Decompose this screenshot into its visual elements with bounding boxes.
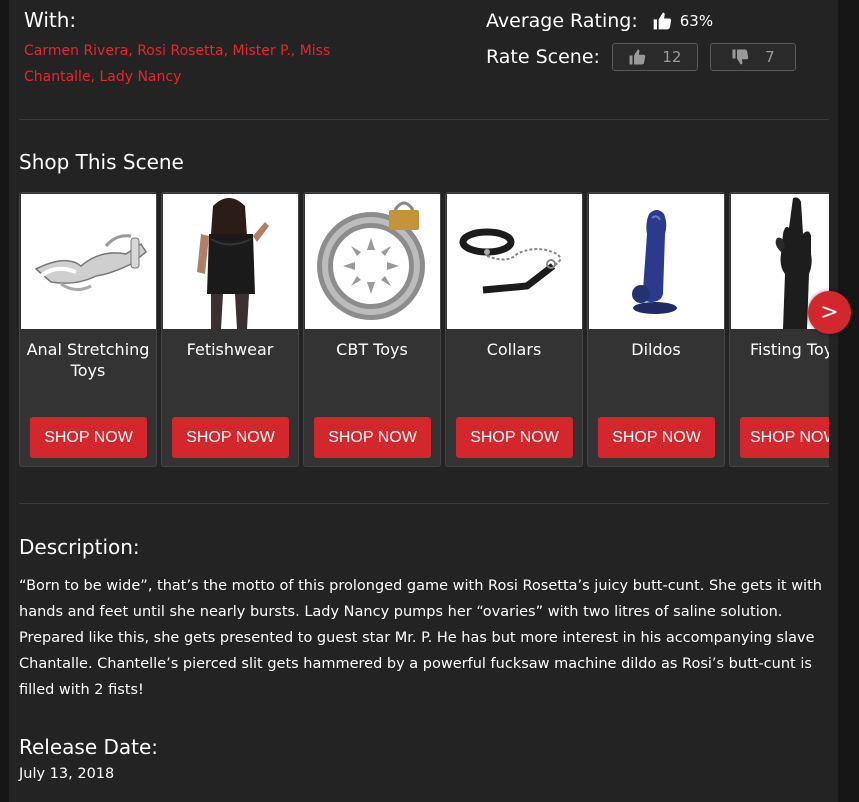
shop-now-button[interactable]: SHOP NOW xyxy=(30,417,147,458)
product-card[interactable]: Anal Stretching Toys SHOP NOW xyxy=(19,192,157,467)
shop-now-button[interactable]: SHOP NOW xyxy=(740,417,829,458)
product-name: Fisting Toys xyxy=(750,340,829,359)
blue-dildo-image[interactable] xyxy=(589,194,724,329)
product-name: Dildos xyxy=(631,340,681,359)
average-rating-label: Average Rating: xyxy=(486,10,638,32)
average-rating-row: Average Rating: 63% xyxy=(486,8,826,34)
product-name: Fetishwear xyxy=(186,340,274,359)
collar-leash-image[interactable] xyxy=(447,194,582,329)
spiked-ring-image[interactable] xyxy=(305,194,440,329)
carousel-track: Anal Stretching Toys SHOP NOW Fetishwear… xyxy=(19,192,829,467)
thumbs-down-icon xyxy=(732,49,749,65)
description-text: “Born to be wide”, that’s the motto of t… xyxy=(19,578,822,698)
scene-details: With: Carmen Rivera, Rosi Rosetta, Miste… xyxy=(19,0,829,802)
dislike-button[interactable]: 7 xyxy=(709,43,796,71)
rate-scene-row: Rate Scene: 12 7 xyxy=(486,42,826,72)
shop-now-button[interactable]: SHOP NOW xyxy=(172,417,289,458)
shop-now-button[interactable]: SHOP NOW xyxy=(456,417,573,458)
product-name: Collars xyxy=(486,340,542,359)
shop-now-button[interactable]: SHOP NOW xyxy=(314,417,431,458)
like-count: 12 xyxy=(662,48,682,66)
rate-scene-label: Rate Scene: xyxy=(486,46,600,68)
divider xyxy=(19,119,829,120)
page-container: With: Carmen Rivera, Rosi Rosetta, Miste… xyxy=(9,0,838,802)
product-card[interactable]: Dildos SHOP NOW xyxy=(587,192,725,467)
release-date-title: Release Date: xyxy=(19,735,159,759)
product-card[interactable]: Fisting Toys SHOP NOW xyxy=(729,192,829,467)
cast-names-link[interactable]: Carmen Rivera, Rosi Rosetta, Mister P., … xyxy=(24,38,364,90)
thumbs-up-icon xyxy=(629,49,646,65)
divider xyxy=(19,503,829,504)
speculum-image[interactable] xyxy=(21,194,156,329)
thumbs-up-icon xyxy=(653,12,671,30)
product-name: CBT Toys xyxy=(336,340,408,359)
lingerie-model-image[interactable] xyxy=(163,194,298,329)
product-card[interactable]: Fetishwear SHOP NOW xyxy=(161,192,299,467)
shop-section-title: Shop This Scene xyxy=(19,150,184,174)
shop-now-button[interactable]: SHOP NOW xyxy=(598,417,715,458)
description-title: Description: xyxy=(19,535,140,559)
cast-block: With: Carmen Rivera, Rosi Rosetta, Miste… xyxy=(24,8,364,90)
product-name: Anal Stretching Toys xyxy=(26,340,150,380)
product-card[interactable]: CBT Toys SHOP NOW xyxy=(303,192,441,467)
release-date-value: July 13, 2018 xyxy=(19,766,115,782)
average-rating-value: 63% xyxy=(679,12,714,30)
like-button[interactable]: 12 xyxy=(611,43,698,71)
shop-carousel: Anal Stretching Toys SHOP NOW Fetishwear… xyxy=(19,192,829,467)
product-card[interactable]: Collars SHOP NOW xyxy=(445,192,583,467)
carousel-next-button[interactable]: > xyxy=(808,291,851,334)
rating-block: Average Rating: 63% Rate Scene: 12 7 xyxy=(486,8,826,72)
dislike-count: 7 xyxy=(765,48,775,66)
cast-label: With: xyxy=(24,8,77,32)
